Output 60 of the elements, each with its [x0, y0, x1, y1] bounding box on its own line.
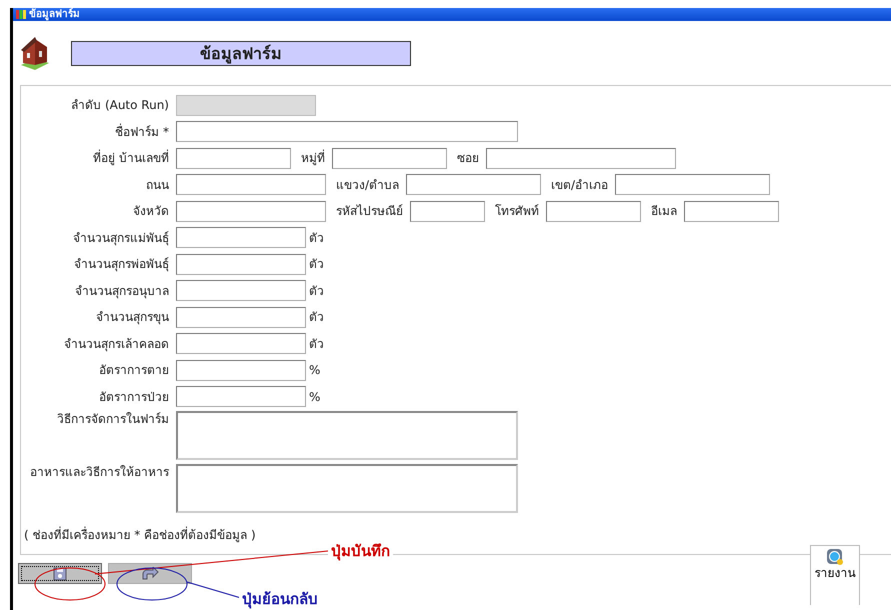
report-button[interactable]: รายงาน — [810, 545, 860, 605]
text-area[interactable] — [176, 464, 518, 513]
field-label: จังหวัด — [132, 203, 170, 220]
input-field[interactable] — [546, 200, 641, 222]
field-label: ลำดับ (Auto Run) — [70, 97, 170, 114]
window-title: ข้อมูลฟาร์ม — [29, 8, 80, 21]
save-icon — [52, 566, 68, 580]
input-field[interactable] — [176, 227, 306, 248]
field-label: รหัสไปรษณีย์ — [335, 203, 404, 220]
field-label: จำนวนสุกรอนุบาล — [74, 282, 170, 300]
field-label: อัตราการป่วย — [98, 388, 170, 406]
input-field[interactable] — [406, 174, 542, 196]
field-label: แขวง/ตำบล — [335, 176, 400, 194]
input-field[interactable] — [176, 254, 306, 275]
unit-label: ตัว — [308, 230, 324, 247]
field-label: อัตราการตาย — [98, 362, 170, 380]
input-field[interactable] — [176, 174, 326, 196]
input-field[interactable] — [176, 148, 291, 169]
field-label: ที่อยู่ บ้านเลขที่ — [92, 149, 170, 168]
input-field[interactable] — [615, 174, 770, 196]
app-icon — [16, 10, 26, 19]
field-label: โทรศัพท์ — [494, 203, 540, 220]
input-field[interactable] — [410, 200, 485, 222]
magnifier-icon — [826, 548, 844, 566]
input-field[interactable] — [332, 148, 447, 169]
input-field[interactable] — [176, 333, 306, 354]
text-area[interactable] — [176, 411, 518, 460]
field-label: หมู่ที่ — [300, 149, 326, 168]
save-button[interactable] — [18, 563, 102, 584]
input-field[interactable] — [176, 306, 306, 328]
unit-label: ตัว — [308, 336, 324, 353]
input-field[interactable] — [176, 200, 326, 222]
unit-label: ตัว — [308, 282, 324, 300]
unit-label: % — [308, 388, 320, 406]
field-label: วิธีการจัดการในฟาร์ม — [56, 411, 170, 428]
field-label: จำนวนสุกรขุน — [95, 309, 170, 326]
unit-label: ตัว — [308, 309, 324, 326]
page-heading: ข้อมูลฟาร์ม — [71, 40, 411, 66]
field-label: อีเมล — [650, 203, 678, 220]
unit-label: ตัว — [308, 256, 324, 274]
input-field[interactable] — [176, 386, 306, 408]
input-field[interactable] — [684, 200, 779, 222]
field-label: ถนน — [145, 176, 170, 194]
field-label: ซอย — [456, 150, 480, 168]
input-field[interactable] — [176, 121, 518, 142]
annotation-label: ปุ่มบันทึก — [328, 540, 393, 562]
field-label: จำนวนสุกรพ่อพันธุ์ — [73, 256, 170, 274]
field-label: เขต/อำเภอ — [550, 176, 610, 194]
field-label: อาหารและวิธีการให้อาหาร — [29, 464, 170, 481]
unit-label: % — [308, 362, 320, 380]
input-field[interactable] — [176, 360, 306, 381]
back-button[interactable] — [108, 563, 192, 584]
barn-icon — [19, 35, 51, 71]
field-label: จำนวนสุกรเล้าคลอด — [63, 336, 170, 353]
field-label: จำนวนสุกรแม่พันธุ์ — [72, 230, 170, 247]
input-field[interactable] — [486, 148, 676, 169]
return-arrow-icon — [141, 566, 159, 580]
required-note: ( ช่องที่มีเครื่องหมาย * คือช่องที่ต้องมีข้อมูล ) — [23, 526, 257, 544]
input-field[interactable] — [176, 280, 306, 302]
field-label: ชื่อฟาร์ม * — [114, 122, 170, 141]
